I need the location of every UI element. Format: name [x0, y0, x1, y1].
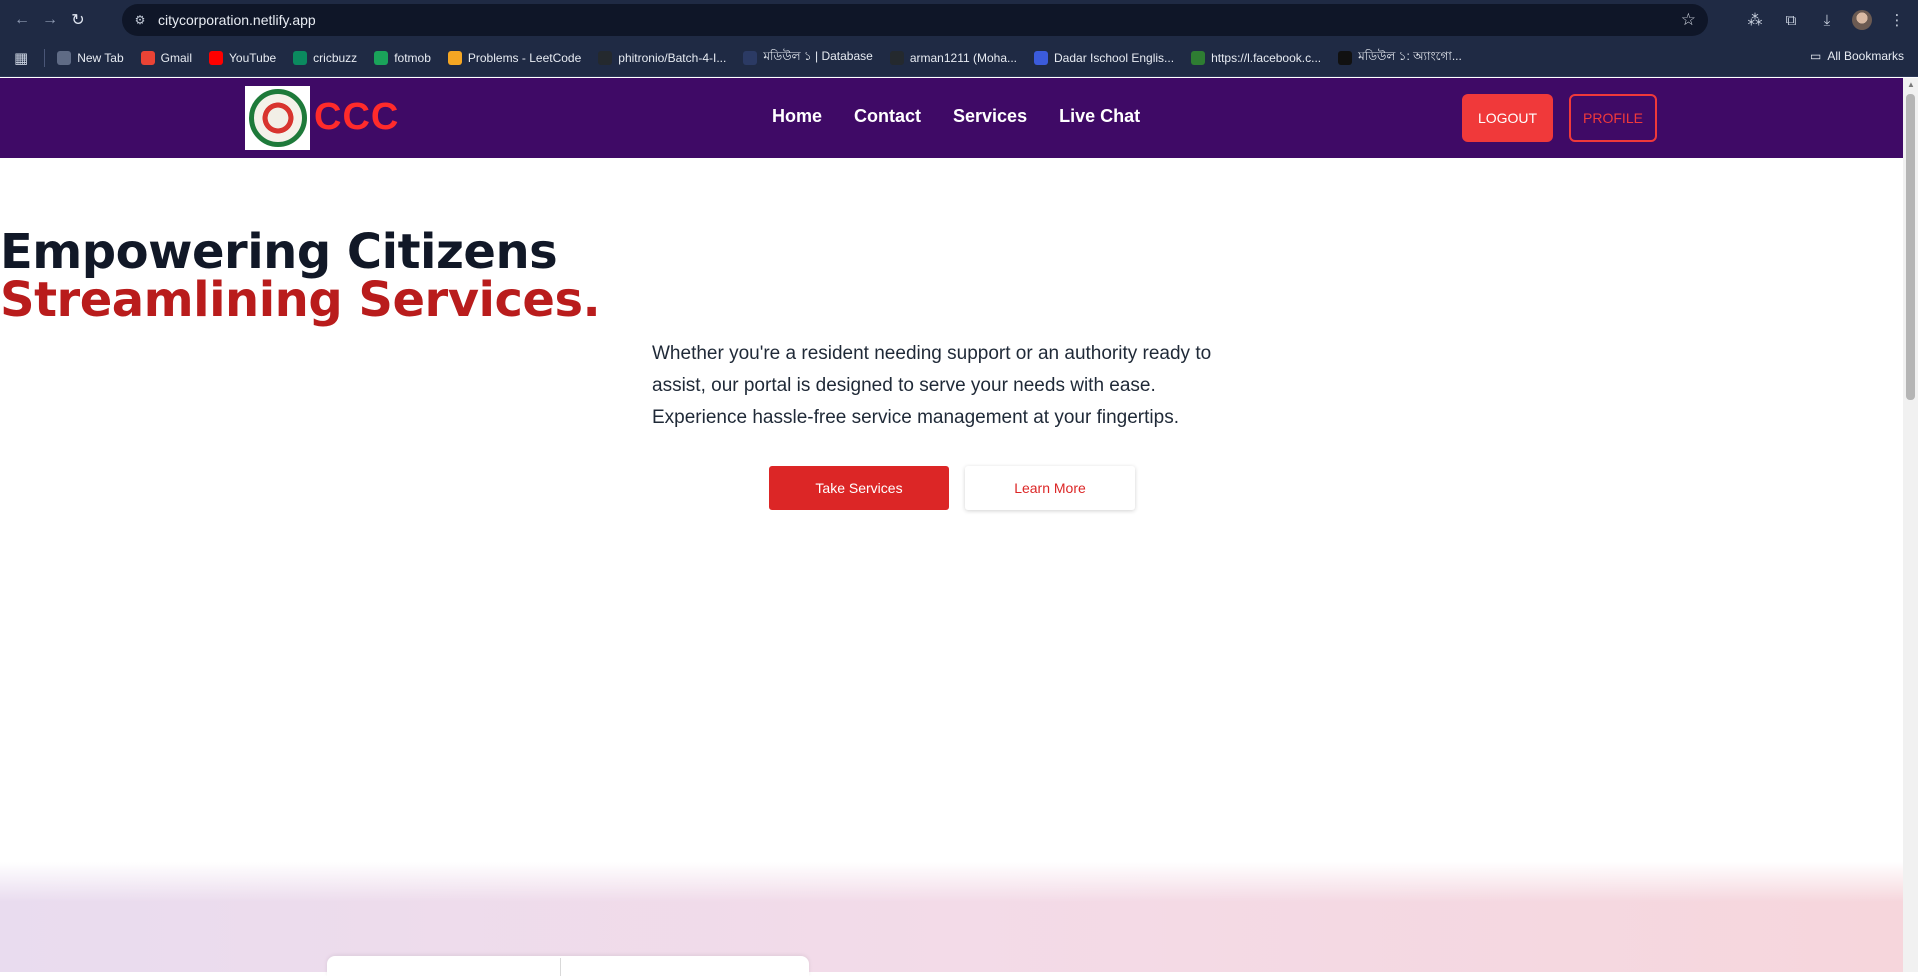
- download-icon[interactable]: ⤓: [1816, 12, 1838, 29]
- nav-services-link[interactable]: Services: [953, 106, 1027, 127]
- github-icon: [889, 51, 904, 65]
- doc-icon: [743, 51, 758, 65]
- bookmark-item[interactable]: মডিউল ১: অ্যাংগো...: [1338, 48, 1462, 68]
- hero-description: Whether you're a resident needing suppor…: [652, 343, 1212, 428]
- bookmark-label: fotmob: [394, 51, 431, 65]
- school-icon: [1034, 51, 1048, 65]
- bookmarks-bar: ▦ New Tab Gmail YouTube cricbuzz fotmob Probl…: [0, 40, 1918, 77]
- bookmark-label: মডিউল ১: অ্যাংগো...: [1358, 49, 1462, 63]
- bookmark-label: Dadar Ischool Englis...: [1054, 51, 1175, 65]
- bookmark-item[interactable]: Gmail: [140, 51, 193, 65]
- address-bar[interactable]: ⚙ citycorporation.netlify.app ☆: [122, 4, 1708, 36]
- translate-icon[interactable]: ⁂: [1744, 11, 1766, 29]
- reload-icon[interactable]: ↻: [64, 6, 92, 34]
- bookmark-label: https://l.facebook.c...: [1211, 51, 1322, 65]
- city-corporation-logo[interactable]: [245, 86, 310, 150]
- bookmark-item[interactable]: arman1211 (Moha...: [889, 51, 1017, 65]
- site-info-icon[interactable]: ⚙: [122, 13, 158, 27]
- bookmark-label: New Tab: [77, 51, 124, 65]
- all-bookmarks-button[interactable]: ▭ All Bookmarks: [1810, 49, 1904, 63]
- card-divider: [560, 958, 561, 976]
- gradient-fade: [0, 862, 1903, 902]
- menu-kebab-icon[interactable]: ⋮: [1886, 11, 1908, 29]
- extensions-icon[interactable]: ⧉: [1780, 12, 1802, 29]
- browser-toolbar: ← → ↻ ⚙ citycorporation.netlify.app ☆ ⁂ …: [0, 0, 1918, 40]
- github-icon: [598, 51, 613, 65]
- bookmark-label: YouTube: [229, 51, 277, 65]
- hero-title-line2: Streamlining Services.: [0, 272, 601, 328]
- bookmark-item[interactable]: Dadar Ischool Englis...: [1034, 51, 1174, 65]
- service-card-preview: [327, 956, 809, 976]
- nav-contact-link[interactable]: Contact: [854, 106, 921, 127]
- take-services-button[interactable]: Take Services: [769, 466, 949, 510]
- site-navbar: CCC Home Contact Services Live Chat LOGO…: [0, 78, 1903, 158]
- all-bookmarks-label: All Bookmarks: [1827, 49, 1904, 63]
- bookmark-label: cricbuzz: [313, 51, 358, 65]
- bookmark-item[interactable]: YouTube: [209, 51, 276, 65]
- bookmark-item[interactable]: New Tab: [57, 51, 124, 65]
- brand-text[interactable]: CCC: [314, 96, 399, 139]
- bookmark-item[interactable]: cricbuzz: [293, 51, 357, 65]
- scrollbar-thumb[interactable]: [1906, 94, 1915, 400]
- bookmark-label: মডিউল ১ | Database: [763, 49, 873, 63]
- nav-live-chat-link[interactable]: Live Chat: [1059, 106, 1140, 127]
- bookmark-item[interactable]: phitronio/Batch-4-I...: [598, 51, 726, 65]
- apps-grid-icon[interactable]: ▦: [14, 49, 28, 67]
- bookmarks-divider: [44, 49, 46, 67]
- fotmob-icon: [374, 51, 389, 65]
- bookmark-item[interactable]: fotmob: [374, 51, 431, 65]
- bookmark-label: Gmail: [160, 51, 193, 65]
- bookmark-item[interactable]: https://l.facebook.c...: [1191, 51, 1321, 65]
- forward-icon[interactable]: →: [36, 6, 64, 34]
- profile-button[interactable]: PROFILE: [1569, 94, 1657, 142]
- url-text[interactable]: citycorporation.netlify.app: [158, 12, 316, 28]
- folder-icon: ▭: [1809, 49, 1822, 63]
- logout-button[interactable]: LOGOUT: [1462, 94, 1553, 142]
- bookmark-label: Problems - LeetCode: [467, 51, 582, 65]
- leetcode-icon: [447, 51, 462, 65]
- browser-actions: ⁂ ⧉ ⤓ ⋮: [1744, 0, 1918, 40]
- scroll-up-arrow-icon[interactable]: ▲: [1907, 80, 1915, 89]
- youtube-icon: [209, 51, 224, 65]
- main-menu: Home Contact Services Live Chat: [772, 106, 1140, 127]
- bookmark-label: phitronio/Batch-4-I...: [618, 51, 727, 65]
- bookmark-star-icon[interactable]: ☆: [1681, 10, 1696, 30]
- page-scrollbar[interactable]: ▲: [1903, 78, 1918, 972]
- learn-more-button[interactable]: Learn More: [965, 466, 1135, 510]
- bookmark-item[interactable]: মডিউল ১ | Database: [743, 48, 873, 68]
- bookmark-item[interactable]: Problems - LeetCode: [447, 51, 582, 65]
- globe-icon: [57, 51, 72, 65]
- back-icon[interactable]: ←: [8, 6, 36, 34]
- gmail-icon: [140, 51, 155, 65]
- nav-home-link[interactable]: Home: [772, 106, 822, 127]
- d-icon: [1338, 51, 1353, 65]
- bookmark-list: New Tab Gmail YouTube cricbuzz fotmob Problem…: [57, 48, 1479, 68]
- cricbuzz-icon: [293, 51, 308, 65]
- link-icon: [1191, 51, 1206, 65]
- profile-avatar[interactable]: [1852, 10, 1872, 30]
- bookmark-label: arman1211 (Moha...: [909, 51, 1017, 65]
- seal-emblem-icon: [248, 89, 307, 147]
